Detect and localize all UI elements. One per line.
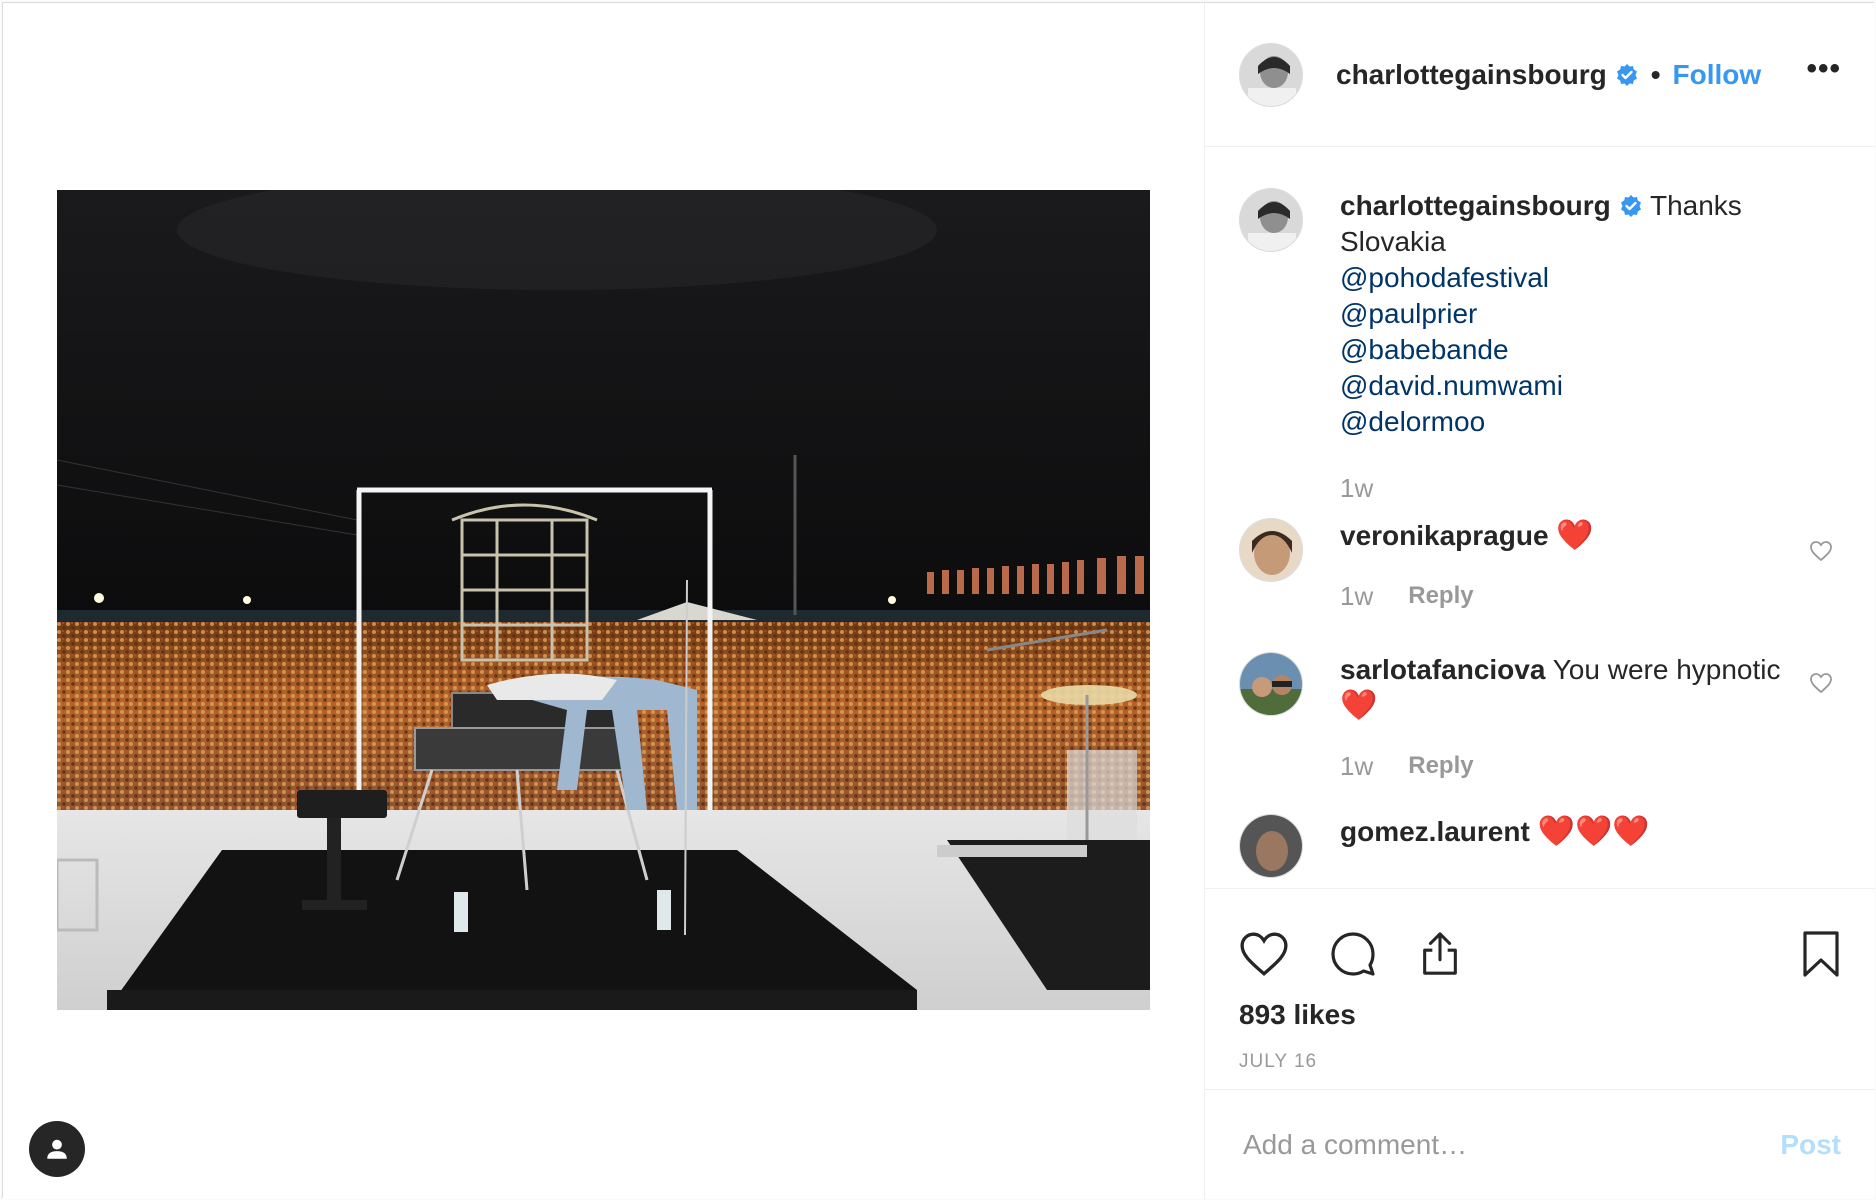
post-photo[interactable] [57, 190, 1150, 1010]
comment-username[interactable]: sarlotafanciova [1340, 654, 1545, 685]
post-comment-button[interactable]: Post [1780, 1129, 1841, 1161]
commenter-avatar[interactable] [1239, 652, 1303, 716]
caption-username[interactable]: charlottegainsbourg [1340, 190, 1611, 221]
post-details-panel: charlottegainsbourg • Follow ••• charlot… [1204, 3, 1875, 1199]
mention-link[interactable]: @delormoo [1340, 404, 1790, 440]
heart-small-icon[interactable] [1809, 540, 1833, 567]
caption-meta: 1w [1340, 470, 1790, 506]
mention-link[interactable]: @paulprier [1340, 296, 1790, 332]
comment-body: gomez.laurent ❤️❤️❤️ [1340, 814, 1790, 878]
heart-small-icon[interactable] [1809, 672, 1833, 699]
author-avatar[interactable] [1239, 188, 1303, 252]
author-username[interactable]: charlottegainsbourg [1336, 59, 1607, 91]
comment-item: sarlotafanciova You were hypnotic ❤️ 1w … [1239, 652, 1841, 784]
post-window: charlottegainsbourg • Follow ••• charlot… [2, 2, 1875, 1199]
verified-badge-icon [1619, 191, 1643, 217]
comment-icon[interactable] [1329, 930, 1377, 978]
post-date[interactable]: JULY 16 [1205, 1031, 1875, 1073]
comment-body: sarlotafanciova You were hypnotic ❤️ 1w … [1340, 652, 1790, 784]
action-icons [1205, 889, 1875, 989]
comment-username[interactable]: gomez.laurent [1340, 816, 1530, 847]
caption: charlottegainsbourg Thanks Slovakia @poh… [1239, 188, 1841, 506]
comment-item: gomez.laurent ❤️❤️❤️ [1239, 814, 1841, 878]
share-icon[interactable] [1417, 930, 1463, 978]
comment-username[interactable]: veronikaprague [1340, 520, 1549, 551]
comment-body: veronikaprague ❤️ 1w Reply [1340, 518, 1790, 614]
caption-time[interactable]: 1w [1340, 470, 1373, 506]
comment-time[interactable]: 1w [1340, 748, 1373, 784]
author-avatar[interactable] [1239, 42, 1303, 107]
user-icon [47, 1139, 67, 1159]
commenter-avatar[interactable] [1239, 814, 1303, 878]
comment-item: veronikaprague ❤️ 1w Reply [1239, 518, 1841, 614]
commenter-avatar[interactable] [1239, 518, 1303, 582]
mention-link[interactable]: @babebande [1340, 332, 1790, 368]
comments-list[interactable]: charlottegainsbourg Thanks Slovakia @poh… [1205, 148, 1875, 888]
header-separator: • [1650, 58, 1661, 90]
follow-button[interactable]: Follow [1673, 59, 1762, 91]
more-options-button[interactable]: ••• [1806, 53, 1841, 96]
bookmark-icon[interactable] [1801, 929, 1841, 979]
comment-time[interactable]: 1w [1340, 578, 1373, 614]
reply-button[interactable]: Reply [1408, 578, 1473, 614]
heart-emoji: ❤️ [1340, 689, 1378, 722]
account-button[interactable] [29, 1121, 85, 1177]
heart-emoji: ❤️❤️❤️ [1537, 815, 1650, 848]
mention-link[interactable]: @david.numwami [1340, 368, 1790, 404]
post-header: charlottegainsbourg • Follow ••• [1205, 3, 1875, 147]
comment-text: You were hypnotic [1552, 654, 1781, 685]
comment-meta: 1w Reply [1340, 578, 1790, 614]
caption-body: charlottegainsbourg Thanks Slovakia @poh… [1340, 188, 1790, 506]
media-area [3, 3, 1204, 1199]
add-comment-bar: Post [1205, 1089, 1875, 1199]
likes-count[interactable]: 893 likes [1205, 989, 1875, 1031]
heart-emoji: ❤️ [1556, 519, 1594, 552]
verified-badge-icon [1615, 63, 1639, 87]
comment-meta: 1w Reply [1340, 748, 1790, 784]
mention-link[interactable]: @pohodafestival [1340, 260, 1790, 296]
reply-button[interactable]: Reply [1408, 748, 1473, 784]
comment-input[interactable] [1243, 1128, 1781, 1161]
heart-icon[interactable] [1239, 931, 1289, 977]
